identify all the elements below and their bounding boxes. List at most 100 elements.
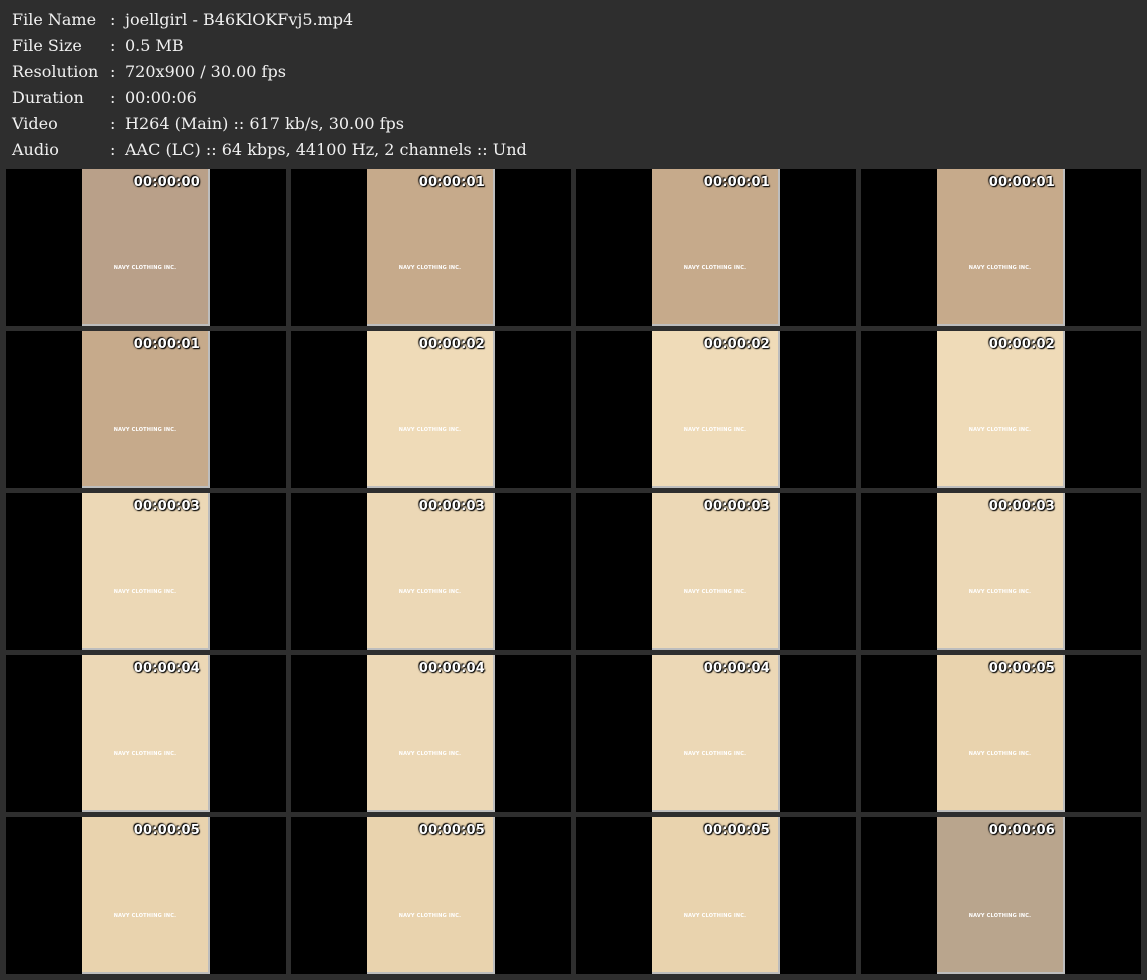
watermark-text: NAVY CLOTHING INC.	[398, 589, 462, 595]
frame-image	[82, 331, 208, 486]
frame-image	[652, 331, 778, 486]
video-frame-thumbnail[interactable]: 00:00:01 NAVY CLOTHING INC.	[652, 169, 780, 326]
info-row: Resolution:720x900 / 30.00 fps	[12, 59, 1132, 85]
info-label: Audio	[12, 140, 59, 159]
info-label: Duration	[12, 88, 84, 107]
info-row: Video: H264 (Main) :: 617 kb/s, 30.00 fps	[12, 111, 1132, 137]
info-separator: :	[110, 140, 116, 159]
frame-image	[367, 655, 493, 810]
frame-timestamp: 00:00:01	[418, 175, 485, 190]
frame-image	[367, 169, 493, 324]
video-frame-thumbnail[interactable]: 00:00:05 NAVY CLOTHING INC.	[937, 655, 1065, 812]
frame-timestamp: 00:00:06	[988, 823, 1055, 838]
frame-image	[937, 655, 1063, 810]
video-frame-thumbnail[interactable]: 00:00:02 NAVY CLOTHING INC.	[367, 331, 495, 488]
video-frame-thumbnail[interactable]: 00:00:03 NAVY CLOTHING INC.	[652, 493, 780, 650]
video-frame-thumbnail[interactable]: 00:00:02 NAVY CLOTHING INC.	[652, 331, 780, 488]
video-frame-thumbnail[interactable]: 00:00:03 NAVY CLOTHING INC.	[82, 493, 210, 650]
frame-image	[652, 655, 778, 810]
video-frame-thumbnail[interactable]: 00:00:01 NAVY CLOTHING INC.	[367, 169, 495, 326]
video-frame-thumbnail[interactable]: 00:00:05 NAVY CLOTHING INC.	[82, 817, 210, 974]
thumbnail-cell[interactable]: 00:00:02 NAVY CLOTHING INC.	[576, 331, 856, 488]
frame-image	[937, 331, 1063, 486]
watermark-text: NAVY CLOTHING INC.	[683, 589, 747, 595]
frame-timestamp: 00:00:03	[133, 499, 200, 514]
video-frame-thumbnail[interactable]: 00:00:06 NAVY CLOTHING INC.	[937, 817, 1065, 974]
info-value: H264 (Main) :: 617 kb/s, 30.00 fps	[125, 114, 404, 133]
info-row: File Name: joellgirl - B46KlOKFvj5.mp4	[12, 7, 1132, 33]
frame-image	[82, 169, 208, 324]
frame-image	[652, 169, 778, 324]
thumbnail-cell[interactable]: 00:00:04 NAVY CLOTHING INC.	[291, 655, 571, 812]
watermark-text: NAVY CLOTHING INC.	[113, 913, 177, 919]
thumbnail-cell[interactable]: 00:00:02 NAVY CLOTHING INC.	[861, 331, 1141, 488]
thumbnail-cell[interactable]: 00:00:00 NAVY CLOTHING INC.	[6, 169, 286, 326]
watermark-text: NAVY CLOTHING INC.	[683, 751, 747, 757]
video-frame-thumbnail[interactable]: 00:00:04 NAVY CLOTHING INC.	[652, 655, 780, 812]
info-separator: :	[110, 114, 116, 133]
thumbnail-cell[interactable]: 00:00:05 NAVY CLOTHING INC.	[291, 817, 571, 974]
info-row: File Size:0.5 MB	[12, 33, 1132, 59]
info-separator: :	[110, 62, 116, 81]
frame-image	[937, 493, 1063, 648]
video-frame-thumbnail[interactable]: 00:00:02 NAVY CLOTHING INC.	[937, 331, 1065, 488]
video-frame-thumbnail[interactable]: 00:00:01 NAVY CLOTHING INC.	[937, 169, 1065, 326]
thumbnail-cell[interactable]: 00:00:03 NAVY CLOTHING INC.	[6, 493, 286, 650]
frame-timestamp: 00:00:04	[418, 661, 485, 676]
watermark-text: NAVY CLOTHING INC.	[683, 913, 747, 919]
frame-timestamp: 00:00:03	[988, 499, 1055, 514]
thumbnail-cell[interactable]: 00:00:06 NAVY CLOTHING INC.	[861, 817, 1141, 974]
frame-image	[652, 817, 778, 972]
frame-timestamp: 00:00:01	[133, 337, 200, 352]
thumbnail-cell[interactable]: 00:00:04 NAVY CLOTHING INC.	[6, 655, 286, 812]
info-separator: :	[110, 10, 116, 29]
frame-timestamp: 00:00:00	[133, 175, 200, 190]
thumbnail-cell[interactable]: 00:00:03 NAVY CLOTHING INC.	[291, 493, 571, 650]
watermark-text: NAVY CLOTHING INC.	[398, 427, 462, 433]
frame-timestamp: 00:00:05	[133, 823, 200, 838]
video-frame-thumbnail[interactable]: 00:00:03 NAVY CLOTHING INC.	[937, 493, 1065, 650]
watermark-text: NAVY CLOTHING INC.	[968, 751, 1032, 757]
info-value: AAC (LC) :: 64 kbps, 44100 Hz, 2 channel…	[125, 140, 527, 159]
video-frame-thumbnail[interactable]: 00:00:04 NAVY CLOTHING INC.	[82, 655, 210, 812]
thumbnail-cell[interactable]: 00:00:01 NAVY CLOTHING INC.	[291, 169, 571, 326]
video-frame-thumbnail[interactable]: 00:00:05 NAVY CLOTHING INC.	[652, 817, 780, 974]
thumbnail-cell[interactable]: 00:00:05 NAVY CLOTHING INC.	[6, 817, 286, 974]
thumbnail-cell[interactable]: 00:00:01 NAVY CLOTHING INC.	[576, 169, 856, 326]
info-row: Duration:00:00:06	[12, 85, 1132, 111]
thumbnail-cell[interactable]: 00:00:05 NAVY CLOTHING INC.	[861, 655, 1141, 812]
thumbnail-grid: 00:00:00 NAVY CLOTHING INC. 00:00:01 NAVY …	[6, 169, 1142, 975]
video-frame-thumbnail[interactable]: 00:00:04 NAVY CLOTHING INC.	[367, 655, 495, 812]
frame-timestamp: 00:00:01	[703, 175, 770, 190]
frame-image	[367, 493, 493, 648]
video-frame-thumbnail[interactable]: 00:00:03 NAVY CLOTHING INC.	[367, 493, 495, 650]
video-frame-thumbnail[interactable]: 00:00:01 NAVY CLOTHING INC.	[82, 331, 210, 488]
video-frame-thumbnail[interactable]: 00:00:05 NAVY CLOTHING INC.	[367, 817, 495, 974]
frame-timestamp: 00:00:04	[703, 661, 770, 676]
watermark-text: NAVY CLOTHING INC.	[968, 265, 1032, 271]
thumbnail-cell[interactable]: 00:00:01 NAVY CLOTHING INC.	[861, 169, 1141, 326]
video-frame-thumbnail[interactable]: 00:00:00 NAVY CLOTHING INC.	[82, 169, 210, 326]
thumbnail-cell[interactable]: 00:00:03 NAVY CLOTHING INC.	[576, 493, 856, 650]
thumbnail-cell[interactable]: 00:00:02 NAVY CLOTHING INC.	[291, 331, 571, 488]
watermark-text: NAVY CLOTHING INC.	[398, 913, 462, 919]
thumbnail-cell[interactable]: 00:00:04 NAVY CLOTHING INC.	[576, 655, 856, 812]
info-separator: :	[110, 88, 116, 107]
frame-timestamp: 00:00:05	[988, 661, 1055, 676]
watermark-text: NAVY CLOTHING INC.	[968, 913, 1032, 919]
watermark-text: NAVY CLOTHING INC.	[683, 265, 747, 271]
watermark-text: NAVY CLOTHING INC.	[113, 589, 177, 595]
info-value: 00:00:06	[125, 88, 197, 107]
watermark-text: NAVY CLOTHING INC.	[113, 427, 177, 433]
watermark-text: NAVY CLOTHING INC.	[113, 751, 177, 757]
info-row: Audio: AAC (LC) :: 64 kbps, 44100 Hz, 2 c…	[12, 137, 1132, 163]
thumbnail-cell[interactable]: 00:00:03 NAVY CLOTHING INC.	[861, 493, 1141, 650]
info-value: 720x900 / 30.00 fps	[125, 62, 286, 81]
thumbnail-cell[interactable]: 00:00:05 NAVY CLOTHING INC.	[576, 817, 856, 974]
frame-image	[367, 331, 493, 486]
frame-image	[82, 493, 208, 648]
watermark-text: NAVY CLOTHING INC.	[113, 265, 177, 271]
frame-image	[937, 817, 1063, 972]
thumbnail-cell[interactable]: 00:00:01 NAVY CLOTHING INC.	[6, 331, 286, 488]
frame-image	[82, 655, 208, 810]
